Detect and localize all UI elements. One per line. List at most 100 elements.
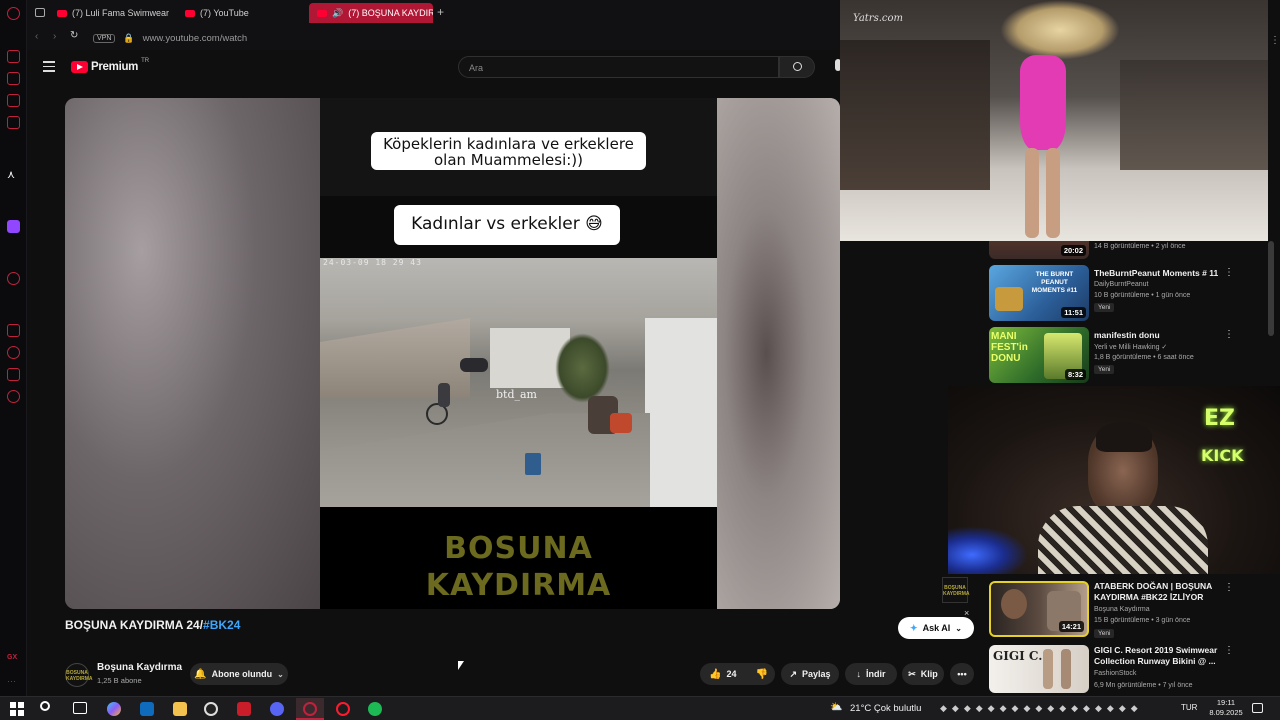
thumbs-up-icon[interactable]: 👍 (709, 669, 721, 680)
rec-thumbnail[interactable]: GIGI C. (989, 645, 1089, 693)
tab-youtube[interactable]: (7) YouTube (177, 3, 297, 23)
rec-thumbnail[interactable]: 14:21 (989, 581, 1089, 637)
rec-channel[interactable]: Yerli ve Milli Hawking ✓ (1094, 343, 1167, 351)
opera-icon[interactable] (336, 702, 350, 716)
sidebar-twitch-icon[interactable] (7, 220, 20, 233)
new-badge: Yeni (1094, 629, 1115, 638)
app-icon[interactable] (237, 702, 251, 716)
video-duration: 11:51 (1061, 307, 1086, 318)
file-explorer-icon[interactable] (173, 702, 187, 716)
more-actions-button[interactable]: ••• (950, 663, 974, 685)
sidebar-aria-icon[interactable]: ⋏ (7, 168, 20, 181)
copilot-icon[interactable] (107, 702, 121, 716)
rec-title[interactable]: GIGI C. Resort 2019 Swimwear Collection … (1094, 645, 1244, 667)
share-button[interactable]: ↗ Paylaş (781, 663, 839, 685)
search-icon[interactable] (40, 701, 50, 711)
new-badge: Yeni (1094, 303, 1115, 312)
new-tab-plus-icon[interactable]: + (437, 5, 444, 19)
speaker-icon[interactable]: 🔊 (332, 8, 343, 19)
rec-title[interactable]: TheBurntPeanut Moments # 11 (1094, 268, 1244, 279)
scrollbar-thumb[interactable] (1268, 241, 1274, 336)
tab-luli-fama[interactable]: (7) Luli Fama Swimwear F (49, 3, 171, 23)
video-duration: 20:02 (1060, 245, 1086, 256)
red-shopping-cart (610, 413, 632, 433)
more-vert-icon[interactable]: ⋮ (1224, 582, 1234, 593)
cyclist (438, 383, 450, 407)
sidebar-music-icon[interactable] (7, 272, 20, 285)
sidebar-bag-icon[interactable] (7, 72, 20, 85)
close-icon[interactable]: × (964, 608, 969, 618)
rec-title[interactable]: ATABERK DOĞAN | BOŞUNA KAYDIRMA #BK22 İZ… (1094, 581, 1244, 603)
share-icon: ↗ (789, 668, 797, 679)
task-view-icon[interactable] (73, 702, 87, 714)
rec-thumbnail[interactable]: THE BURNT PEANUT MOMENTS #11 11:51 (989, 265, 1089, 321)
country-code: TR (141, 58, 150, 64)
sidebar-speed-dial-icon[interactable] (7, 50, 20, 63)
rec-thumbnail[interactable]: MANI FEST'in DONU 8:32 (989, 327, 1089, 383)
ask-ai-button[interactable]: ✦ Ask AI ⌄ (898, 617, 974, 639)
tray-icons[interactable]: ◆◆◆◆◆◆◆◆◆◆◆◆◆◆◆◆◆ (940, 703, 1143, 714)
subscribe-button[interactable]: 🔔 Abone olundu ⌄ (190, 663, 288, 685)
sidebar-extension-icon[interactable] (7, 368, 20, 381)
tab-islands-icon[interactable] (35, 8, 45, 17)
neon-sign-ez: EZ (1204, 406, 1235, 431)
sidebar-more-icon[interactable]: ··· (7, 676, 20, 689)
tab-label: (7) Luli Fama Swimwear F (72, 8, 171, 18)
rec-channel[interactable]: DailyBurntPeanut (1094, 281, 1148, 288)
weather-text[interactable]: 21°C Çok bulutlu (850, 703, 921, 714)
mouse-cursor-icon (458, 661, 464, 670)
clock-time: 19:11 (1216, 698, 1236, 707)
video-frame[interactable]: Köpeklerin kadınlara ve erkeklere olan M… (320, 98, 717, 609)
model-hair (1000, 0, 1120, 60)
more-vert-icon[interactable]: ⋮ (1224, 267, 1234, 278)
more-vert-icon[interactable]: ⋮ (1224, 645, 1234, 656)
tree (555, 333, 610, 403)
rec-meta: 10 B görüntüleme • 1 gün önce (1094, 292, 1191, 299)
video-player[interactable]: Köpeklerin kadınlara ve erkeklere olan M… (65, 98, 840, 609)
sidebar-history-icon[interactable] (7, 346, 20, 359)
rec-channel[interactable]: FashionStock (1094, 670, 1136, 677)
back-arrow-icon[interactable]: ‹ (35, 31, 38, 42)
vpn-badge[interactable]: VPN (93, 33, 116, 43)
channel-avatar[interactable]: BOSUNA KAYDIRMA (65, 663, 92, 687)
opera-logo-icon[interactable] (7, 7, 20, 20)
url-field[interactable]: www.youtube.com/watch (143, 33, 248, 44)
youtube-premium-logo[interactable]: Premium TR (71, 58, 150, 73)
thumbs-down-icon[interactable]: 👎 (755, 669, 767, 680)
download-button[interactable]: ↓ İndir (845, 663, 897, 685)
forward-arrow-icon[interactable]: › (53, 31, 56, 42)
subscriber-count: 1,25 B abone (97, 676, 142, 685)
sidebar-messenger-icon[interactable] (7, 94, 20, 107)
video-title-text: BOŞUNA KAYDIRMA 24/ (65, 618, 204, 632)
search-button[interactable] (779, 56, 815, 78)
spotify-icon[interactable] (368, 702, 382, 716)
search-input[interactable]: Ara (458, 56, 779, 78)
discord-icon[interactable] (270, 702, 284, 716)
thumb-face (1001, 589, 1027, 619)
channel-name[interactable]: Boşuna Kaydırma (97, 662, 182, 673)
hashtag-link[interactable]: #BK24 (203, 618, 240, 632)
hamburger-menu-icon[interactable] (43, 61, 55, 72)
windows-start-icon[interactable] (10, 702, 24, 716)
more-vert-icon[interactable]: ⋮ (1224, 329, 1234, 340)
parked-car (460, 358, 488, 372)
sidebar-settings-icon[interactable] (7, 390, 20, 403)
rec-title[interactable]: manifestin donu (1094, 330, 1244, 341)
sidebar-gx-icon[interactable]: GX (7, 654, 20, 667)
rec-meta: 14 B görüntüleme • 2 yıl önce (1094, 243, 1186, 250)
input-language[interactable]: TUR (1181, 703, 1197, 712)
browser-menu-icon[interactable]: ⋮ (1270, 35, 1280, 46)
sidebar-pin-icon[interactable] (7, 324, 20, 337)
sidebar-mail-icon[interactable] (7, 116, 20, 129)
reload-icon[interactable]: ↻ (70, 30, 78, 41)
clock[interactable]: 19:11 8.09.2025 (1206, 698, 1246, 718)
clock-date: 8.09.2025 (1209, 708, 1243, 717)
obs-icon[interactable] (204, 702, 218, 716)
opera-gx-icon[interactable] (303, 702, 317, 716)
outlook-icon[interactable] (140, 702, 154, 716)
clip-button[interactable]: ✂ Klip (902, 663, 944, 685)
tab-bosuna-kaydirma[interactable]: 🔊 (7) BOŞUNA KAYDIRMA (309, 3, 433, 23)
notification-icon[interactable] (1252, 703, 1263, 713)
chevron-down-icon: ⌄ (277, 669, 284, 679)
rec-channel[interactable]: Boşuna Kaydırma (1094, 606, 1150, 613)
